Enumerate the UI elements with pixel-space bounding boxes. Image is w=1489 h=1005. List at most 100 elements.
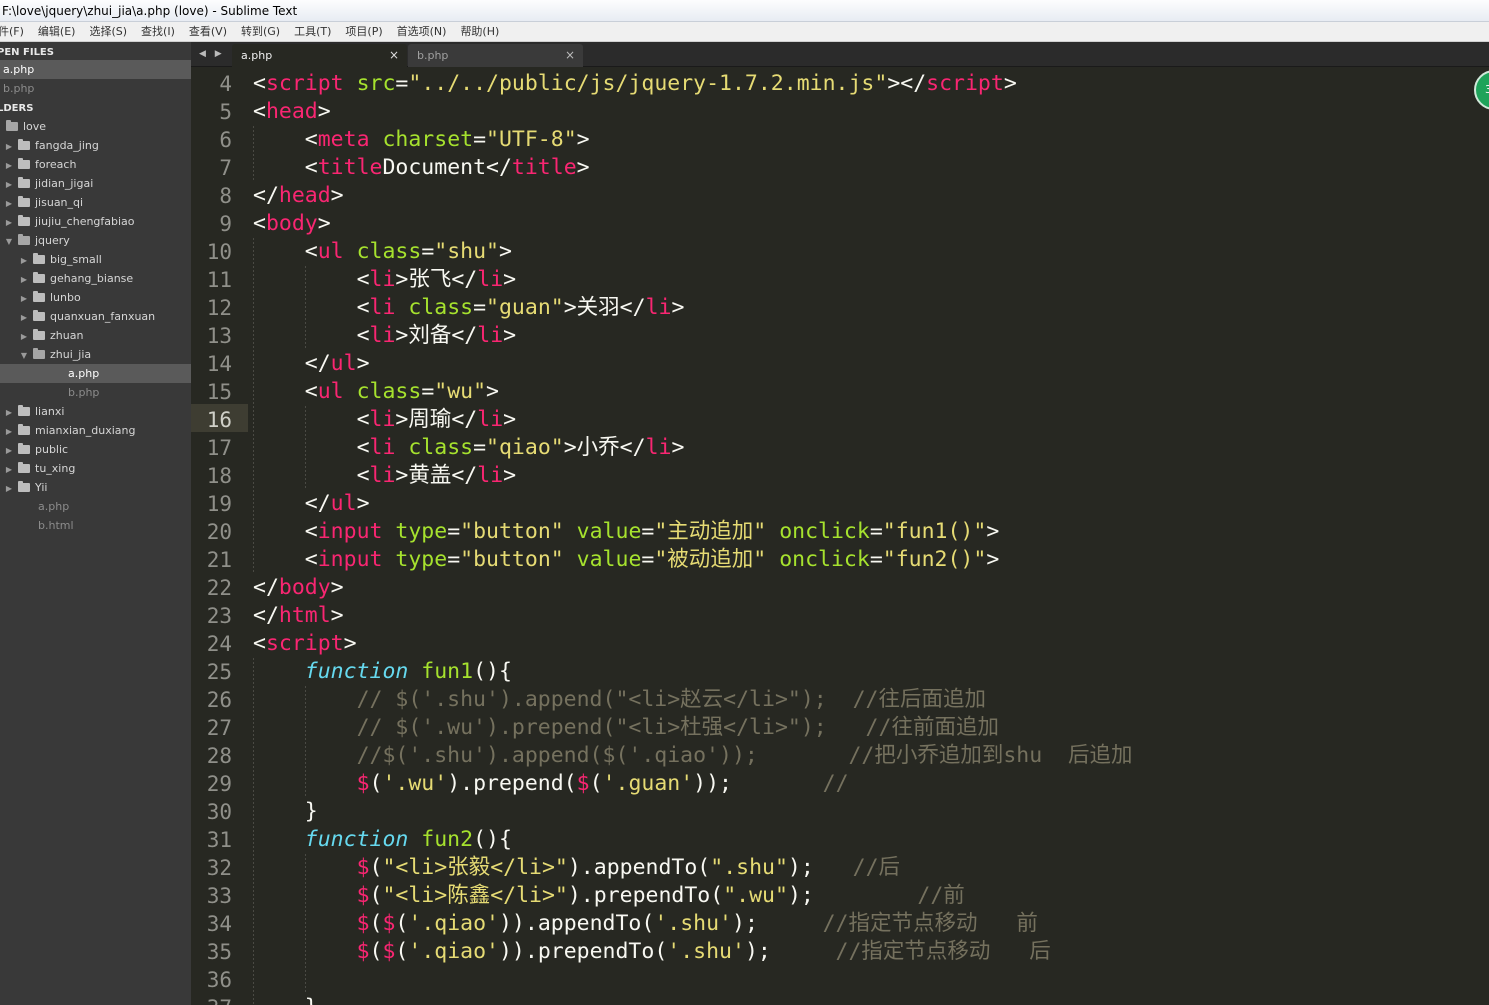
chevron-right-icon[interactable]: ▶ — [4, 441, 14, 460]
chevron-right-icon[interactable]: ▶ — [19, 289, 29, 308]
chevron-right-icon[interactable]: ▶ — [4, 422, 14, 441]
menu-item[interactable]: 工具(T) — [294, 22, 331, 41]
code-line[interactable]: } — [253, 994, 318, 1005]
code-line[interactable]: <script> — [253, 630, 357, 658]
code-line[interactable]: // $('.shu').append("<li>赵云</li>"); //往后… — [253, 686, 986, 714]
chevron-right-icon[interactable]: ▶ — [4, 156, 14, 175]
code-editor[interactable]: 4 5 6 7 8 9 10 11 12 13 14 15 16 17 18 19 20 21 22 23 24 25 26… — [191, 67, 1489, 1005]
line-number: 16 — [206, 408, 232, 432]
code-line[interactable]: function fun2(){ — [253, 826, 512, 854]
folder-item[interactable]: ▶ big_small — [0, 250, 191, 269]
menu-item[interactable]: 首选项(N) — [397, 22, 447, 41]
folder-item[interactable]: ▶ Yii — [0, 478, 191, 497]
chevron-down-icon[interactable]: ▼ — [4, 232, 14, 251]
code-line[interactable]: <li>周瑜</li> — [253, 406, 517, 434]
window-title: F:\love\jquery\zhui_jia\a.php (love) - S… — [2, 4, 298, 18]
code-line[interactable]: $("<li>陈鑫</li>").prependTo(".wu"); //前 — [253, 882, 965, 910]
folder-item[interactable]: ▶ jidian_jigai — [0, 174, 191, 193]
code-line[interactable]: <li>黄盖</li> — [253, 462, 517, 490]
code-line[interactable]: </head> — [253, 182, 344, 210]
chevron-right-icon[interactable]: ▶ — [19, 327, 29, 346]
open-file-item[interactable]: a.php — [0, 60, 191, 79]
code-line[interactable]: } — [253, 798, 318, 826]
folder-item[interactable]: ▶ tu_xing — [0, 459, 191, 478]
code-line[interactable]: </html> — [253, 602, 344, 630]
file-item[interactable]: a.php — [0, 364, 191, 383]
folder-open-icon — [6, 120, 18, 131]
code-line[interactable]: $("<li>张毅</li>").appendTo(".shu"); //后 — [253, 854, 900, 882]
open-file-item[interactable]: b.php — [0, 79, 191, 98]
code-line[interactable]: $('.wu').prepend($('.guan')); // — [253, 770, 849, 798]
chevron-down-icon[interactable]: ▼ — [19, 346, 29, 365]
folder-item[interactable]: ▶ quanxuan_fanxuan — [0, 307, 191, 326]
code-line[interactable]: $($('.qiao')).prependTo('.shu'); //指定节点移… — [253, 938, 1051, 966]
folder-item[interactable]: ▶ jisuan_qi — [0, 193, 191, 212]
code-line[interactable]: function fun1(){ — [253, 658, 512, 686]
menu-item[interactable]: 转到(G) — [241, 22, 280, 41]
menu-item[interactable]: 件(F) — [0, 22, 24, 41]
chevron-right-icon[interactable]: ▶ — [19, 308, 29, 327]
code-line[interactable]: <li>刘备</li> — [253, 322, 517, 350]
folder-item[interactable]: ▶ public — [0, 440, 191, 459]
code-line[interactable]: <meta charset="UTF-8"> — [253, 126, 590, 154]
tab-a-php[interactable]: a.php × — [232, 44, 407, 67]
code-line[interactable]: <titleDocument</title> — [253, 154, 590, 182]
code-line[interactable]: <li>张飞</li> — [253, 266, 517, 294]
chevron-right-icon[interactable]: ▶ — [4, 194, 14, 213]
tab-b-php[interactable]: b.php × — [408, 44, 583, 67]
menu-item[interactable]: 选择(S) — [89, 22, 127, 41]
window-title-bar: F:\love\jquery\zhui_jia\a.php (love) - S… — [0, 0, 1489, 22]
code-token: < — [253, 99, 266, 124]
code-line[interactable]: $($('.qiao')).appendTo('.shu'); //指定节点移动… — [253, 910, 1038, 938]
folder-item[interactable]: ▶ lunbo — [0, 288, 191, 307]
chevron-right-icon[interactable]: ▶ — [4, 175, 14, 194]
code-line[interactable]: </body> — [253, 574, 344, 602]
chevron-right-icon[interactable]: ▶ — [19, 251, 29, 270]
folder-item[interactable]: ▶ fangda_jing — [0, 136, 191, 155]
folder-item[interactable]: ▼ zhui_jia — [0, 345, 191, 364]
folder-item[interactable]: ▶ foreach — [0, 155, 191, 174]
folder-item[interactable]: ▶ gehang_bianse — [0, 269, 191, 288]
chevron-right-icon[interactable]: ▶ — [4, 479, 14, 498]
folder-item[interactable]: ▶ jiujiu_chengfabiao — [0, 212, 191, 231]
code-line[interactable]: <body> — [253, 210, 331, 238]
code-token: script — [265, 631, 344, 656]
code-token: > — [576, 127, 590, 152]
code-token: "fun2()" — [882, 547, 987, 572]
code-token: = — [641, 547, 655, 572]
code-line[interactable]: <li class="guan">关羽</li> — [253, 294, 685, 322]
code-line[interactable]: //$('.shu').append($('.qiao')); //把小乔追加到… — [253, 742, 1133, 770]
menu-item[interactable]: 帮助(H) — [460, 22, 499, 41]
code-line[interactable]: <input type="button" value="被动追加" onclic… — [253, 546, 1000, 574]
code-line[interactable]: </ul> — [253, 490, 370, 518]
chevron-right-icon[interactable]: ▶ — [4, 213, 14, 232]
folder-item[interactable]: ▶ mianxian_duxiang — [0, 421, 191, 440]
menu-item[interactable]: 查看(V) — [189, 22, 227, 41]
close-icon[interactable]: × — [389, 44, 399, 67]
menu-item[interactable]: 编辑(E) — [38, 22, 76, 41]
menu-item[interactable]: 查找(I) — [141, 22, 175, 41]
chevron-right-icon[interactable]: ▶ — [4, 403, 14, 422]
code-line[interactable]: </ul> — [253, 350, 370, 378]
menu-item[interactable]: 项目(P) — [345, 22, 382, 41]
folder-item[interactable]: ▶ zhuan — [0, 326, 191, 345]
file-item[interactable]: a.php — [0, 497, 191, 516]
folder-item[interactable]: ▼ jquery — [0, 231, 191, 250]
folder-item[interactable]: love — [0, 117, 191, 136]
code-line[interactable]: <ul class="shu"> — [253, 238, 512, 266]
chevron-right-icon[interactable]: ▶ — [4, 460, 14, 479]
folder-item[interactable]: ▶ lianxi — [0, 402, 191, 421]
code-line[interactable]: <li class="qiao">小乔</li> — [253, 434, 685, 462]
chevron-right-icon[interactable]: ▶ — [4, 137, 14, 156]
code-line[interactable]: <script src="../../public/js/jquery-1.7.… — [253, 70, 1017, 98]
file-item[interactable]: b.html — [0, 516, 191, 535]
code-line[interactable]: <ul class="wu"> — [253, 378, 499, 406]
code-token: li — [369, 407, 396, 432]
code-line[interactable]: <head> — [253, 98, 331, 126]
code-line[interactable]: <input type="button" value="主动追加" onclic… — [253, 518, 1000, 546]
file-item[interactable]: b.php — [0, 383, 191, 402]
chevron-right-icon[interactable]: ▶ — [19, 270, 29, 289]
tab-nav-arrows-icon[interactable]: ◀ ▶ — [199, 42, 225, 67]
close-icon[interactable]: × — [565, 44, 575, 67]
code-line[interactable]: // $('.wu').prepend("<li>杜强</li>"); //往前… — [253, 714, 999, 742]
